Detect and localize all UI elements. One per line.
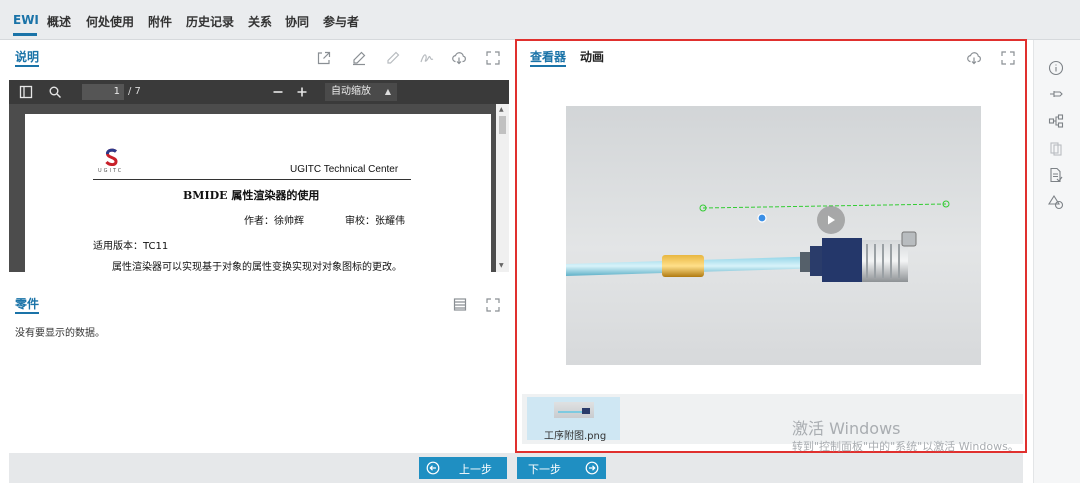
pin-icon[interactable] <box>1048 86 1064 102</box>
arrow-right-circle-icon <box>585 461 599 475</box>
assembly-model <box>566 200 950 282</box>
description-panel-title[interactable]: 说明 <box>15 48 39 65</box>
tab-participants[interactable]: 参与者 <box>323 13 359 30</box>
list-view-icon[interactable] <box>452 297 468 313</box>
next-step-button[interactable]: 下一步 <box>517 457 606 479</box>
activation-watermark-title: 激活 Windows <box>792 419 901 438</box>
bottom-navigation-bar <box>9 453 1023 483</box>
pdf-toolbar: 1 / 7 自动缩放 ▲ <box>9 80 509 104</box>
search-icon[interactable] <box>48 85 62 99</box>
parts-panel-title[interactable]: 零件 <box>15 295 39 312</box>
structure-icon[interactable] <box>1048 113 1064 129</box>
signature-icon[interactable] <box>419 50 435 66</box>
fullscreen-icon[interactable] <box>485 50 501 66</box>
previous-step-button[interactable]: 上一步 <box>419 457 507 479</box>
document-title: BMIDE 属性渲染器的使用 <box>183 189 320 202</box>
document-report-icon[interactable] <box>1048 167 1064 183</box>
share-icon[interactable] <box>316 50 332 66</box>
document-version: 适用版本：TC11 <box>93 241 169 252</box>
document-header: UGITC Technical Center <box>290 164 399 175</box>
tab-viewer[interactable]: 查看器 <box>530 48 566 65</box>
logo-caption: UGITC <box>98 168 124 174</box>
shapes-icon[interactable] <box>1048 194 1064 210</box>
thumbnail-image <box>554 402 594 418</box>
parts-title-underline <box>15 312 39 314</box>
parts-fullscreen-icon[interactable] <box>485 297 501 313</box>
top-tab-bar: EWI 概述 何处使用 附件 历史记录 关系 协同 参与者 <box>0 0 1080 40</box>
next-step-label: 下一步 <box>528 463 561 476</box>
active-tab-indicator <box>13 33 37 36</box>
page-total: / 7 <box>128 86 141 97</box>
viewer-fullscreen-icon[interactable] <box>1000 50 1016 66</box>
clipboard-icon[interactable] <box>1048 140 1064 156</box>
scroll-up-icon[interactable]: ▲ <box>499 106 504 113</box>
play-icon[interactable] <box>817 206 845 234</box>
scroll-down-icon[interactable]: ▼ <box>499 262 504 269</box>
tab-ewi[interactable]: EWI <box>13 13 39 27</box>
scrollbar-thumb[interactable] <box>499 116 506 134</box>
zoom-select-value: 自动缩放 <box>331 86 371 97</box>
pencil-icon[interactable] <box>385 50 401 66</box>
arrow-left-circle-icon <box>426 461 440 475</box>
description-title-underline <box>15 65 39 67</box>
previous-step-label: 上一步 <box>459 463 492 476</box>
tab-animation[interactable]: 动画 <box>580 48 604 65</box>
zoom-out-icon[interactable] <box>271 85 285 99</box>
3d-viewer-canvas[interactable] <box>566 106 981 365</box>
zoom-select[interactable]: 自动缩放 ▲ <box>325 83 397 101</box>
pdf-viewport[interactable]: UGITC UGITC Technical Center BMIDE 属性渲染器… <box>9 104 509 272</box>
pdf-page: UGITC UGITC Technical Center BMIDE 属性渲染器… <box>25 114 491 272</box>
edit-icon[interactable] <box>351 50 367 66</box>
zoom-in-icon[interactable] <box>295 85 309 99</box>
pdf-scrollbar[interactable]: ▲ ▼ <box>496 104 509 272</box>
tab-relations[interactable]: 关系 <box>248 13 272 30</box>
tab-overview[interactable]: 概述 <box>47 13 71 30</box>
document-author: 作者：徐帅辉 <box>244 216 304 227</box>
right-sidebar <box>1033 40 1080 483</box>
download-icon[interactable] <box>451 50 467 66</box>
company-logo <box>103 148 121 166</box>
viewer-tab-underline <box>530 65 566 67</box>
viewer-download-icon[interactable] <box>966 50 982 66</box>
tab-history[interactable]: 历史记录 <box>186 13 234 30</box>
tab-collaboration[interactable]: 协同 <box>285 13 309 30</box>
document-reviewer: 审校：张耀伟 <box>345 216 405 227</box>
info-icon[interactable] <box>1048 60 1064 76</box>
header-rule <box>93 179 411 180</box>
page-number-input[interactable]: 1 <box>82 84 124 100</box>
tab-attachments[interactable]: 附件 <box>148 13 172 30</box>
chevron-down-icon: ▲ <box>384 87 391 96</box>
parts-empty-message: 没有要显示的数据。 <box>15 328 105 339</box>
activation-watermark-text: 转到"控制面板"中的"系统"以激活 Windows。 <box>792 440 1019 453</box>
tab-where-used[interactable]: 何处使用 <box>86 13 134 30</box>
thumbnail-label: 工序附图.png <box>544 431 607 442</box>
sidebar-toggle-icon[interactable] <box>19 85 33 99</box>
document-body-text: 属性渲染器可以实现基于对象的属性变换实现对对象图标的更改。 <box>112 262 402 272</box>
